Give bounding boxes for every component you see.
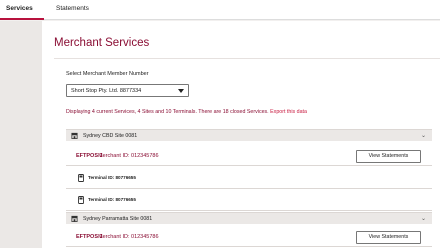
site-name: Sydney Parramatta Site 0081	[83, 216, 153, 222]
eftpos-service-row: EFTPOS 1 Merchant ID: 012345786 View Sta…	[66, 146, 432, 166]
terminal-row: Terminal ID: 80776655	[66, 189, 432, 211]
caret-down-icon	[178, 89, 184, 93]
merchant-member-select[interactable]: Short Stop Pty. Ltd. 8877334	[66, 84, 189, 97]
left-margin	[0, 21, 42, 248]
top-navigation: Services Statements	[0, 0, 440, 20]
chevron-down-icon[interactable]: ⌄	[421, 215, 426, 222]
tab-statements[interactable]: Statements	[56, 5, 89, 12]
services-summary: Displaying 4 current Services, 4 Sites a…	[66, 109, 307, 115]
eftpos-service-row: EFTPOS 1 Merchant ID: 012345786 View Sta…	[66, 227, 432, 247]
selected-member-value: Short Stop Pty. Ltd. 8877334	[71, 88, 142, 94]
tab-services[interactable]: Services	[6, 5, 33, 12]
store-icon	[71, 132, 78, 139]
title-divider	[54, 58, 440, 59]
chevron-down-icon[interactable]: ⌄	[421, 132, 426, 139]
pos-terminal-icon	[78, 174, 84, 182]
terminal-id: Terminal ID: 80776655	[88, 197, 136, 202]
page-title: Merchant Services	[54, 37, 150, 49]
site-header[interactable]: Sydney Parramatta Site 0081 ⌄	[66, 212, 432, 224]
active-tab-indicator	[0, 18, 44, 20]
site-name: Sydney CBD Site 0081	[83, 133, 138, 139]
store-icon	[71, 215, 78, 222]
select-label: Select Merchant Member Number	[66, 71, 149, 77]
view-statements-button[interactable]: View Statements	[356, 150, 421, 163]
merchant-id: Merchant ID: 012345786	[98, 153, 159, 159]
pos-terminal-icon	[78, 196, 84, 204]
merchant-id: Merchant ID: 012345786	[98, 234, 159, 240]
main-card: Merchant Services Select Merchant Member…	[42, 21, 440, 248]
site-header[interactable]: Sydney CBD Site 0081 ⌄	[66, 129, 432, 141]
view-statements-button[interactable]: View Statements	[356, 231, 421, 244]
summary-text: Displaying 4 current Services, 4 Sites a…	[66, 109, 269, 115]
terminal-id: Terminal ID: 80776655	[88, 175, 136, 180]
export-data-link[interactable]: Export this data	[270, 109, 307, 115]
terminal-row: Terminal ID: 80776655	[66, 167, 432, 189]
